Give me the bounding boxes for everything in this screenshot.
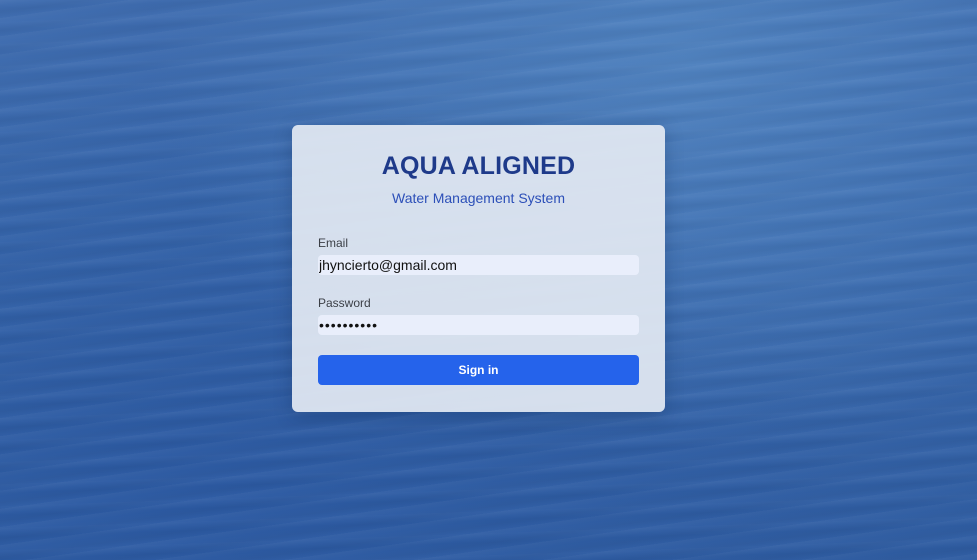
password-field[interactable] <box>318 315 639 335</box>
app-subtitle: Water Management System <box>392 190 565 206</box>
email-field[interactable] <box>318 255 639 275</box>
sign-in-button[interactable]: Sign in <box>318 355 639 385</box>
app-title: AQUA ALIGNED <box>381 152 576 180</box>
password-label: Password <box>318 296 371 310</box>
email-label: Email <box>318 236 349 250</box>
login-card: AQUA ALIGNED Water Management System Ema… <box>292 125 665 412</box>
